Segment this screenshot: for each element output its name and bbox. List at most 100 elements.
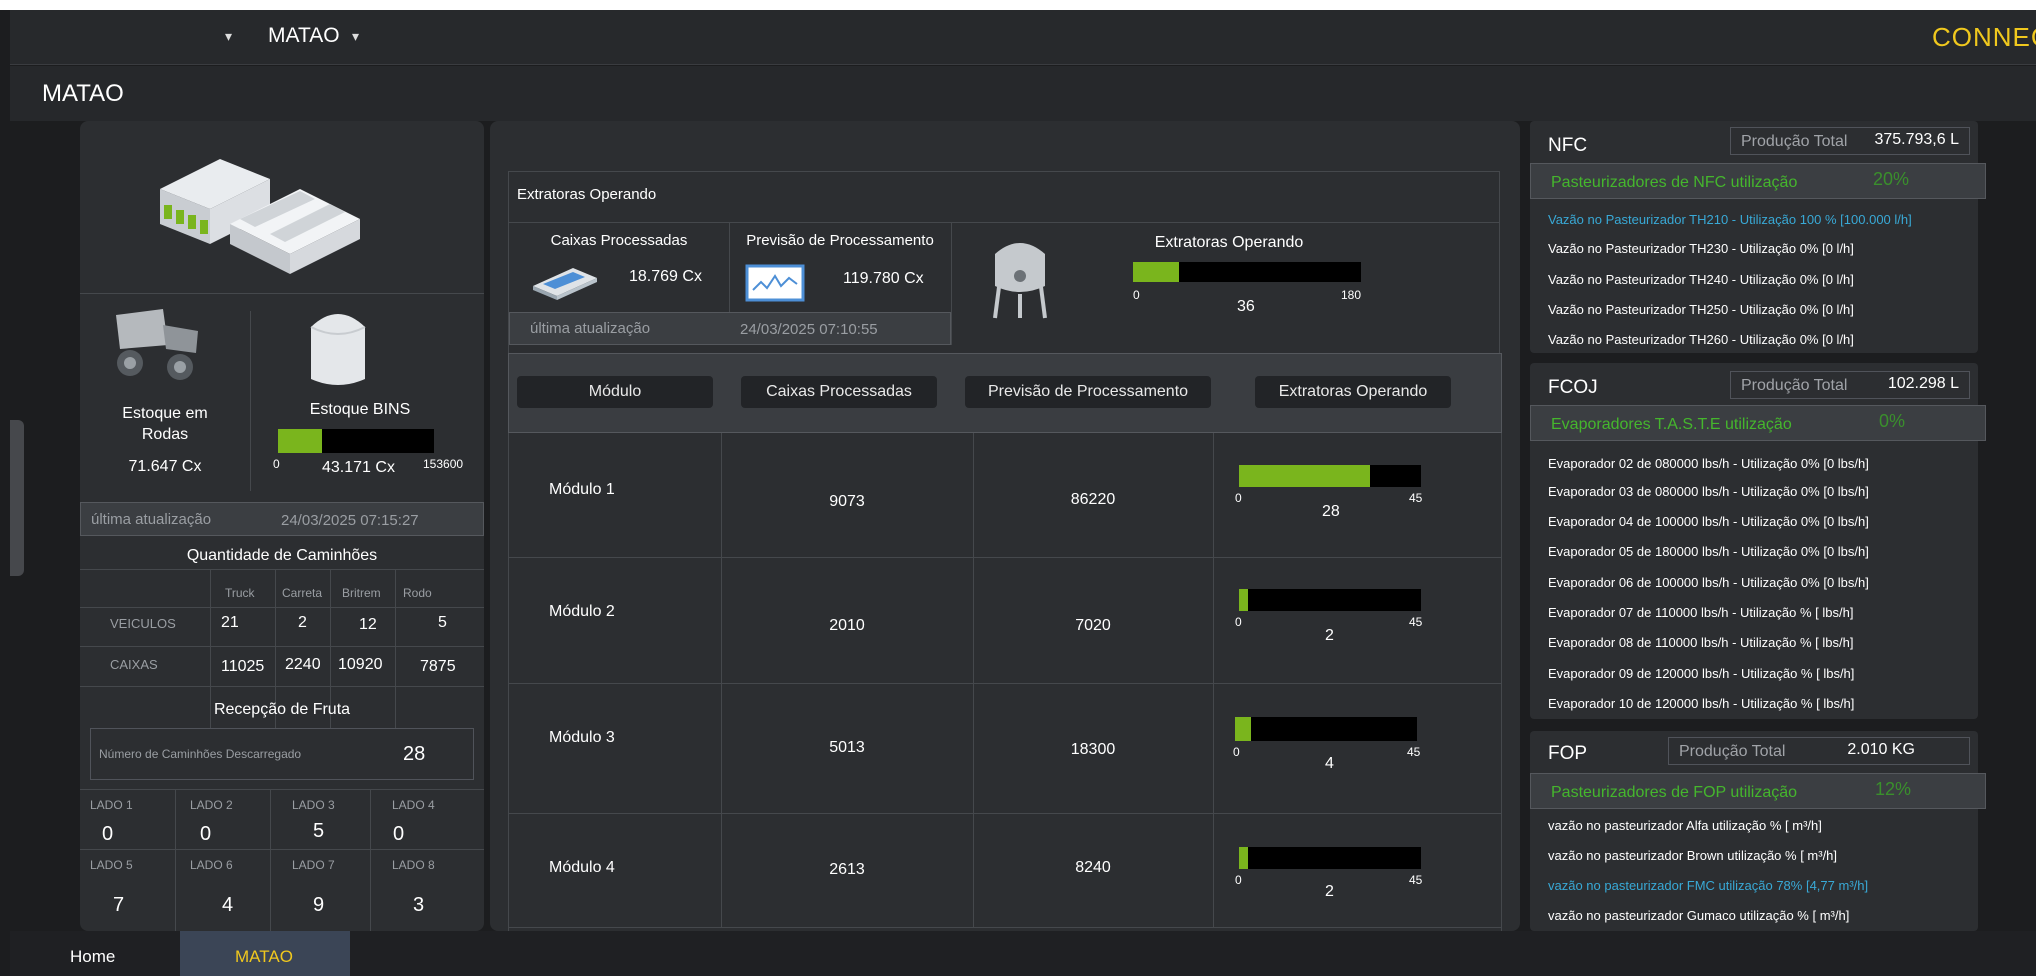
lado-value: 5 bbox=[313, 820, 325, 842]
module-caixas: 2010 bbox=[829, 617, 865, 634]
module-min: 0 bbox=[1235, 615, 1242, 629]
nfc-flow-line: Vazão no Pasteurizador TH230 - Utilizaçã… bbox=[1548, 241, 1854, 256]
module-name: Módulo 3 bbox=[549, 729, 615, 746]
trucks-title: Quantidade de Caminhões bbox=[186, 547, 378, 564]
module-previsao: 86220 bbox=[1070, 491, 1116, 508]
nfc-title: NFC bbox=[1548, 135, 1588, 156]
bottom-nav: Home MATAO bbox=[10, 931, 2036, 976]
forecast-chart-icon bbox=[745, 264, 805, 302]
divider bbox=[80, 607, 484, 608]
tab-home-label: Home bbox=[70, 947, 116, 966]
divider bbox=[270, 789, 271, 931]
module-progress-fill bbox=[1235, 717, 1252, 741]
lado-label: LADO 5 bbox=[90, 858, 133, 872]
nfc-flow-line: Vazão no Pasteurizador TH240 - Utilizaçã… bbox=[1548, 272, 1854, 287]
divider bbox=[509, 557, 1501, 558]
chevron-down-icon[interactable]: ▾ bbox=[225, 28, 232, 45]
fcoj-utilization-row: Evaporadores T.A.S.T.E utilização 0% bbox=[1530, 405, 1986, 441]
module-progress-fill bbox=[1239, 465, 1371, 487]
tab-home[interactable]: Home bbox=[10, 931, 180, 976]
lado-value: 9 bbox=[313, 894, 325, 916]
divider bbox=[80, 569, 484, 570]
module-max: 45 bbox=[1407, 745, 1421, 759]
last-update-label: última atualização bbox=[530, 320, 651, 337]
truck-header: Carreta bbox=[282, 586, 323, 600]
tab-matao-label: MATAO bbox=[235, 947, 293, 966]
veiculos-label: VEICULOS bbox=[110, 616, 176, 631]
lado-value: 0 bbox=[393, 823, 405, 845]
module-previsao: 18300 bbox=[1070, 741, 1116, 758]
module-min: 0 bbox=[1235, 491, 1242, 505]
module-progress-fill bbox=[1239, 847, 1249, 869]
header-extratoras[interactable]: Extratoras Operando bbox=[1255, 376, 1451, 408]
module-max: 45 bbox=[1409, 615, 1423, 629]
truck-header: Truck bbox=[225, 586, 255, 600]
divider bbox=[80, 789, 484, 790]
divider bbox=[80, 686, 484, 687]
last-update-value: 24/03/2025 07:10:55 bbox=[740, 321, 878, 338]
lado-label: LADO 6 bbox=[190, 858, 233, 872]
divider bbox=[509, 813, 1501, 814]
chevron-down-icon[interactable]: ▾ bbox=[352, 28, 359, 45]
divider bbox=[509, 927, 1501, 928]
descarregado-value: 28 bbox=[403, 743, 426, 765]
previsao-value: 119.780 Cx bbox=[843, 270, 924, 287]
nfc-flow-line: Vazão no Pasteurizador TH210 - Utilizaçã… bbox=[1548, 212, 1912, 227]
caixas-rodo: 7875 bbox=[420, 658, 456, 675]
fop-production-box: Produção Total 2.010 KG bbox=[1668, 737, 1970, 765]
section-title: Extratoras Operando bbox=[517, 186, 657, 203]
descarregado-box: Número de Caminhões Descarregado 28 bbox=[90, 728, 474, 780]
divider bbox=[175, 789, 176, 931]
divider bbox=[370, 789, 371, 931]
factory-icon bbox=[160, 159, 360, 274]
veiculos-truck: 21 bbox=[221, 614, 239, 631]
production-label: Produção Total bbox=[1679, 743, 1786, 760]
caixas-label: CAIXAS bbox=[110, 657, 158, 672]
evaporator-line: Evaporador 09 de 120000 lbs/h - Utilizaç… bbox=[1548, 666, 1855, 681]
lado-value: 0 bbox=[200, 823, 212, 845]
module-value: 4 bbox=[1325, 755, 1334, 772]
nfc-flow-line: Vazão no Pasteurizador TH260 - Utilizaçã… bbox=[1548, 332, 1854, 347]
boxes-icon bbox=[533, 268, 597, 300]
nfc-card: NFC Produção Total 375.793,6 L Pasteuriz… bbox=[1530, 121, 1986, 353]
module-previsao: 7020 bbox=[1075, 617, 1111, 634]
utilization-percent: 12% bbox=[1875, 779, 1912, 799]
header-modulo[interactable]: Módulo bbox=[517, 376, 713, 408]
utilization-percent: 0% bbox=[1879, 411, 1906, 431]
fop-card: FOP Produção Total 2.010 KG Pasteurizado… bbox=[1530, 731, 1986, 931]
extratoras-max: 180 bbox=[1341, 288, 1362, 302]
tab-matao[interactable]: MATAO bbox=[180, 931, 350, 976]
header-caixas[interactable]: Caixas Processadas bbox=[741, 376, 937, 408]
module-min: 0 bbox=[1233, 745, 1240, 759]
lado-value: 7 bbox=[113, 894, 125, 916]
lado-value: 0 bbox=[102, 823, 114, 845]
production-value: 2.010 KG bbox=[1847, 741, 1915, 758]
extractor-tank-icon bbox=[993, 243, 1047, 319]
bins-tank-icon bbox=[310, 314, 366, 385]
bins-min: 0 bbox=[273, 457, 280, 471]
divider bbox=[80, 646, 484, 647]
extratoras-min: 0 bbox=[1133, 288, 1140, 302]
recepcao-title: Recepção de Fruta bbox=[213, 701, 351, 718]
title-bar: MATAO bbox=[10, 66, 2036, 121]
evaporator-line: Evaporador 05 de 180000 lbs/h - Utilizaç… bbox=[1548, 544, 1869, 559]
lado-label: LADO 1 bbox=[90, 798, 133, 812]
evaporator-line: Evaporador 04 de 100000 lbs/h - Utilizaç… bbox=[1548, 514, 1869, 529]
module-max: 45 bbox=[1409, 873, 1423, 887]
extratoras-panel: Extratoras Operando Caixas Processadas 1… bbox=[490, 121, 1520, 931]
evaporator-line: Evaporador 08 de 110000 lbs/h - Utilizaç… bbox=[1548, 635, 1854, 650]
lado-label: LADO 8 bbox=[392, 858, 435, 872]
extratoras-label: Extratoras Operando bbox=[1154, 234, 1304, 251]
extratoras-progress-fill bbox=[1133, 262, 1179, 282]
side-drawer-handle[interactable] bbox=[10, 420, 24, 576]
plant-selector[interactable]: MATAO bbox=[268, 24, 340, 48]
veiculos-rodo: 5 bbox=[438, 614, 447, 631]
extratoras-progress-bar bbox=[1133, 262, 1361, 282]
last-update-label: última atualização bbox=[91, 511, 212, 528]
nfc-flow-line: Vazão no Pasteurizador TH250 - Utilizaçã… bbox=[1548, 302, 1854, 317]
dump-truck-icon bbox=[116, 309, 198, 380]
truck-header: Rodo bbox=[403, 586, 432, 600]
evaporator-line: Evaporador 02 de 080000 lbs/h - Utilizaç… bbox=[1548, 456, 1869, 471]
header-previsao[interactable]: Previsão de Processamento bbox=[965, 376, 1211, 408]
lado-value: 3 bbox=[413, 894, 425, 916]
